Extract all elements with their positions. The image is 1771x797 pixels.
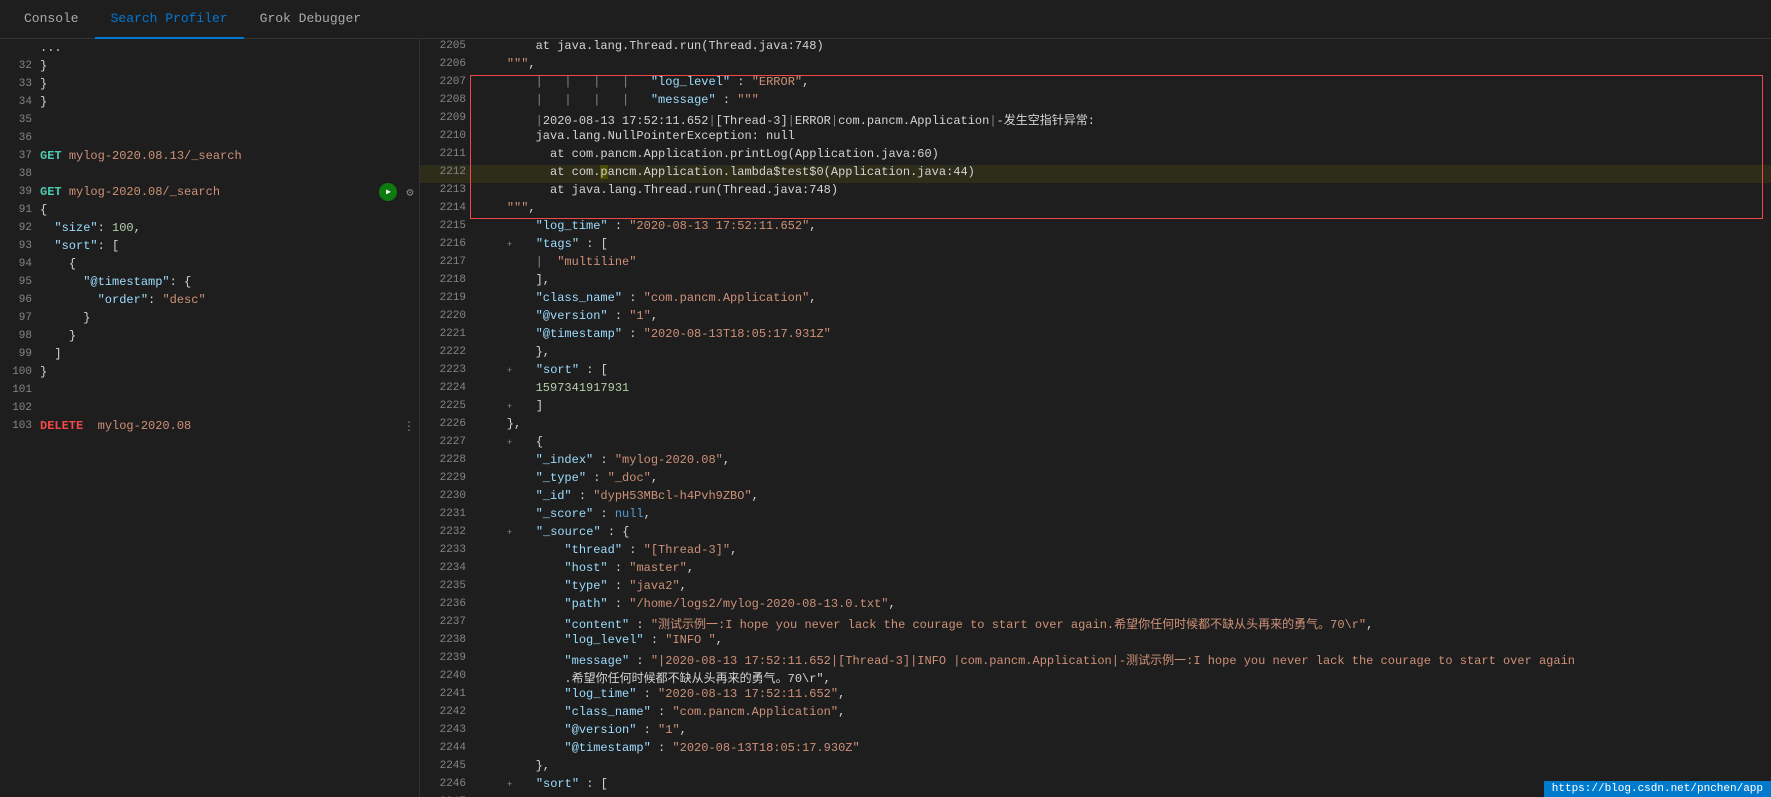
table-row: 2224 1597341917931	[420, 381, 1771, 399]
list-item: 39 GET mylog-2020.08/_search ⚙	[0, 183, 419, 201]
list-item: 95 "@timestamp": {	[0, 273, 419, 291]
table-row: 2222 },	[420, 345, 1771, 363]
list-item: 101	[0, 381, 419, 399]
table-row: 2214 """,	[420, 201, 1771, 219]
list-item: 96 "order": "desc"	[0, 291, 419, 309]
list-item: 103 DELETE mylog-2020.08 ⋮	[0, 417, 419, 435]
list-item: 102	[0, 399, 419, 417]
run-button[interactable]	[379, 183, 397, 201]
table-row: 2231 "_score" : null,	[420, 507, 1771, 525]
list-item: 98 }	[0, 327, 419, 345]
table-row: 2245 },	[420, 759, 1771, 777]
top-nav: Console Search Profiler Grok Debugger	[0, 0, 1771, 39]
table-row: 2225 + ]	[420, 399, 1771, 417]
tab-search-profiler[interactable]: Search Profiler	[95, 0, 244, 39]
table-row: 2242 "class_name" : "com.pancm.Applicati…	[420, 705, 1771, 723]
table-row: 2205 at java.lang.Thread.run(Thread.java…	[420, 39, 1771, 57]
app-container: Console Search Profiler Grok Debugger ..…	[0, 0, 1771, 797]
table-row: 2216 + "tags" : [	[420, 237, 1771, 255]
tab-console[interactable]: Console	[8, 0, 95, 39]
table-row: 2233 "thread" : "[Thread-3]",	[420, 543, 1771, 561]
error-lines-wrapper: 2205 at java.lang.Thread.run(Thread.java…	[420, 39, 1771, 219]
main-layout: ... 32 } 33 } 34 } 35 36	[0, 39, 1771, 797]
status-bar: https://blog.csdn.net/pnchen/app	[1544, 781, 1771, 797]
table-row: 2221 "@timestamp" : "2020-08-13T18:05:17…	[420, 327, 1771, 345]
table-row: 2213 at java.lang.Thread.run(Thread.java…	[420, 183, 1771, 201]
more-options-icon[interactable]: ⋮	[403, 419, 415, 434]
table-row: 2228 "_index" : "mylog-2020.08",	[420, 453, 1771, 471]
table-row: 2227 + {	[420, 435, 1771, 453]
left-panel-editor[interactable]: ... 32 } 33 } 34 } 35 36	[0, 39, 420, 797]
table-row: 2219 "class_name" : "com.pancm.Applicati…	[420, 291, 1771, 309]
list-item: 37 GET mylog-2020.08.13/_search	[0, 147, 419, 165]
table-row: 2240 .希望你任何时候都不缺从头再来的勇气。70\r",	[420, 669, 1771, 687]
list-item: 33 }	[0, 75, 419, 93]
table-row: 2215 "log_time" : "2020-08-13 17:52:11.6…	[420, 219, 1771, 237]
table-row: 2218 ],	[420, 273, 1771, 291]
right-panel-output[interactable]: 2205 at java.lang.Thread.run(Thread.java…	[420, 39, 1771, 797]
list-item: 94 {	[0, 255, 419, 273]
table-row: 2207 | | | | "log_level" : "ERROR",	[420, 75, 1771, 93]
table-row: 2206 """,	[420, 57, 1771, 75]
table-row: 2243 "@version" : "1",	[420, 723, 1771, 741]
list-item: 32 }	[0, 57, 419, 75]
list-item: 38	[0, 165, 419, 183]
table-row: 2239 "message" : "|2020-08-13 17:52:11.6…	[420, 651, 1771, 669]
table-row: 2223 + "sort" : [	[420, 363, 1771, 381]
table-row: 2241 "log_time" : "2020-08-13 17:52:11.6…	[420, 687, 1771, 705]
table-row: 2212 at com.pancm.Application.lambda$tes…	[420, 165, 1771, 183]
list-item: 97 }	[0, 309, 419, 327]
table-row: 2220 "@version" : "1",	[420, 309, 1771, 327]
table-row: 2232 + "_source" : {	[420, 525, 1771, 543]
table-row: 2244 "@timestamp" : "2020-08-13T18:05:17…	[420, 741, 1771, 759]
table-row: 2230 "_id" : "dypH53MBcl-h4Pvh9ZBO",	[420, 489, 1771, 507]
table-row: 2235 "type" : "java2",	[420, 579, 1771, 597]
table-row: 2236 "path" : "/home/logs2/mylog-2020-08…	[420, 597, 1771, 615]
list-item: 99 ]	[0, 345, 419, 363]
table-row: 2217 | "multiline"	[420, 255, 1771, 273]
list-item: 100 }	[0, 363, 419, 381]
table-row: 2210 java.lang.NullPointerException: nul…	[420, 129, 1771, 147]
table-row: 2238 "log_level" : "INFO ",	[420, 633, 1771, 651]
list-item: 36	[0, 129, 419, 147]
tab-grok-debugger[interactable]: Grok Debugger	[244, 0, 377, 39]
list-item: 93 "sort": [	[0, 237, 419, 255]
list-item: ...	[0, 39, 419, 57]
table-row: 2229 "_type" : "_doc",	[420, 471, 1771, 489]
list-item: 92 "size": 100,	[0, 219, 419, 237]
table-row: 2211 at com.pancm.Application.printLog(A…	[420, 147, 1771, 165]
table-row: 2208 | | | | "message" : """	[420, 93, 1771, 111]
list-item: 91 {	[0, 201, 419, 219]
table-row: 2237 "content" : "测试示例一:I hope you never…	[420, 615, 1771, 633]
table-row: 2209 |2020-08-13 17:52:11.652|[Thread-3]…	[420, 111, 1771, 129]
table-row: 2226 },	[420, 417, 1771, 435]
list-item: 35	[0, 111, 419, 129]
table-row: 2234 "host" : "master",	[420, 561, 1771, 579]
settings-icon[interactable]: ⚙	[401, 183, 419, 201]
list-item: 34 }	[0, 93, 419, 111]
